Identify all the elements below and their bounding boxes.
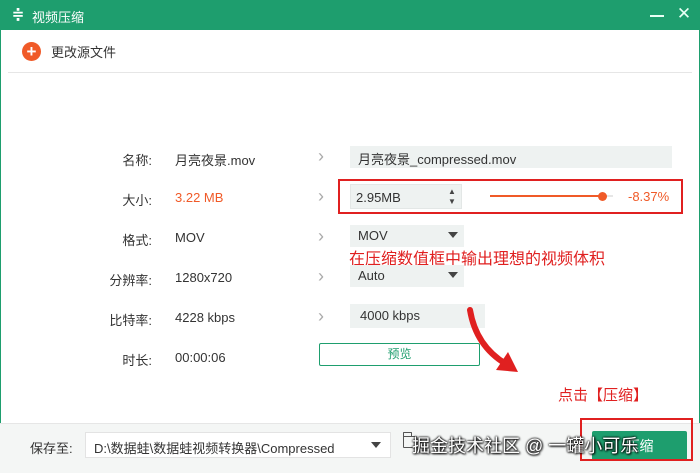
save-to-label: 保存至:	[30, 441, 73, 456]
chevron-down-icon	[448, 232, 458, 238]
size-percent: -8.37%	[628, 189, 670, 204]
format-value: MOV	[175, 230, 205, 245]
name-label: 名称:	[122, 153, 152, 168]
slider-fill	[490, 195, 603, 197]
change-source-button[interactable]: + 更改源文件	[22, 41, 116, 61]
size-input-value: 2.95MB	[356, 190, 401, 205]
save-path-field[interactable]: D:\数据蛙\数据蛙视频转换器\Compressed	[85, 432, 391, 458]
chevron-right-icon: ›	[318, 146, 324, 166]
bitrate-label: 比特率:	[109, 313, 152, 328]
chevron-right-icon: ›	[318, 186, 324, 206]
title-bar: ≑ 视频压缩 ✕	[0, 0, 700, 30]
size-value: 3.22 MB	[175, 190, 224, 205]
change-source-label: 更改源文件	[51, 44, 117, 60]
format-select-value: MOV	[358, 228, 388, 243]
window-title: 视频压缩	[32, 10, 85, 25]
chevron-right-icon: ›	[318, 226, 324, 246]
size-input[interactable]: 2.95MB ▲ ▼	[350, 184, 462, 209]
annotation-arrow-icon	[467, 307, 518, 372]
chevron-right-icon: ›	[318, 306, 324, 326]
duration-value: 00:00:06	[175, 350, 226, 365]
window-border-left	[0, 30, 1, 473]
divider	[8, 72, 692, 73]
spin-down-icon[interactable]: ▼	[447, 197, 457, 206]
size-slider[interactable]	[490, 192, 613, 201]
duration-label: 时长:	[122, 353, 152, 368]
minimize-button[interactable]	[650, 7, 664, 21]
plus-icon: +	[22, 41, 41, 61]
preview-button[interactable]: 预览	[319, 343, 480, 366]
resolution-label: 分辨率:	[109, 273, 152, 288]
output-name-field[interactable]: 月亮夜景_compressed.mov	[350, 146, 672, 168]
chevron-down-icon[interactable]	[371, 442, 381, 448]
resolution-value: 1280x720	[175, 270, 233, 285]
size-label: 大小:	[122, 193, 152, 208]
format-select[interactable]: MOV	[350, 225, 464, 247]
spin-up-icon[interactable]: ▲	[447, 187, 457, 196]
compress-app-icon: ≑	[11, 6, 25, 23]
resolution-select-value: Auto	[358, 268, 385, 283]
close-icon[interactable]: ✕	[676, 5, 692, 22]
chevron-right-icon: ›	[318, 266, 324, 286]
compress-hint-annotation: 点击【压缩】	[558, 387, 649, 404]
format-label: 格式:	[122, 233, 152, 248]
chevron-down-icon	[448, 272, 458, 278]
watermark: 掘金技术社区 @ 一罐小可乐	[412, 436, 639, 456]
resolution-select[interactable]: Auto	[350, 265, 464, 287]
name-value: 月亮夜景.mov	[175, 153, 256, 168]
bitrate-value: 4228 kbps	[175, 310, 235, 325]
